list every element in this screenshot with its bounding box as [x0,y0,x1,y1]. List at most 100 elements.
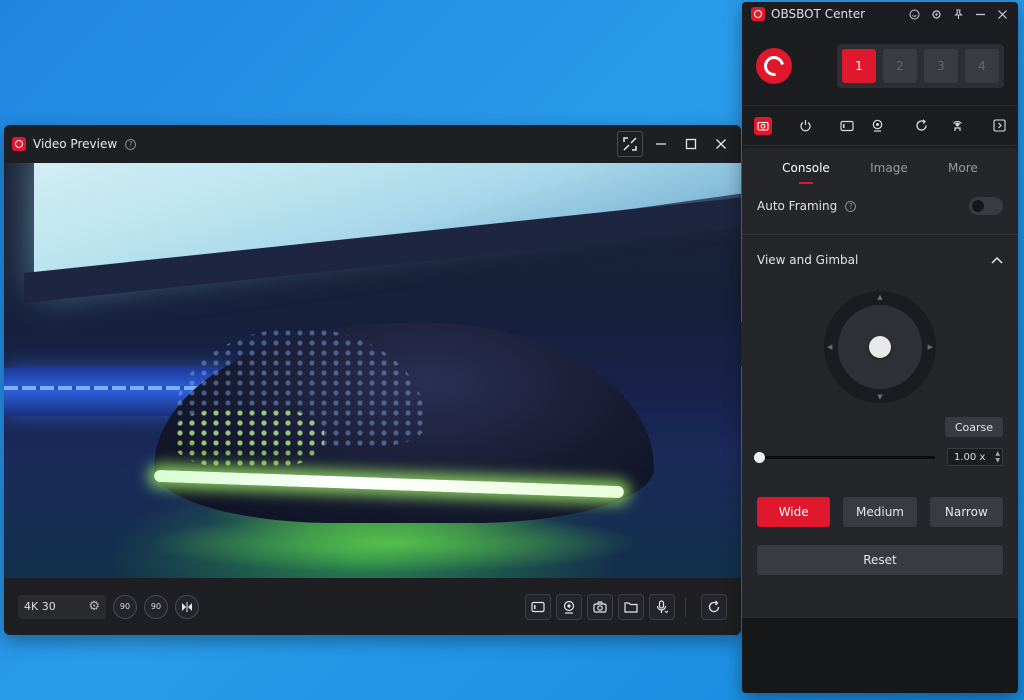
control-panel: Console Image More Auto Framing ? View a… [742,148,1018,618]
pin-icon [954,9,963,19]
panel-tabs: Console Image More [742,148,1018,188]
fov-buttons: Wide Medium Narrow [742,497,1018,527]
fov-medium-button[interactable]: Medium [843,497,917,527]
webcam-mode-button[interactable] [868,117,886,135]
microphone-button[interactable] [649,593,675,620]
device-slot-3[interactable]: 3 [924,48,958,83]
tab-image[interactable]: Image [870,155,908,181]
zoom-value-input[interactable]: 1.00 x ▲ ▼ [947,448,1003,466]
close-button[interactable] [996,8,1009,21]
joystick-knob[interactable] [869,336,891,358]
view-gimbal-header[interactable]: View and Gimbal [742,235,1018,285]
device-slot-4[interactable]: 4 [965,48,999,83]
minimize-button[interactable] [649,132,673,156]
snapshot-button[interactable] [587,593,613,620]
rotate-left-icon: 90 [119,602,131,611]
device-slot-2[interactable]: 2 [883,48,917,83]
video-preview-window: Video Preview ? 4K 30 ⚙ 90 90 [4,125,741,635]
fov-wide-button[interactable]: Wide [757,497,831,527]
video-controls-bar: 4K 30 ⚙ 90 90 [4,578,741,635]
fullscreen-button[interactable] [617,131,643,157]
feedback-button[interactable] [908,8,921,21]
rotate-right-icon: 90 [150,602,162,611]
toolbar-divider [685,596,686,617]
camera-icon [757,121,769,131]
record-mode-button[interactable] [838,117,856,135]
zoom-slider[interactable] [754,451,935,463]
webcam-button[interactable] [556,593,582,620]
maximize-button[interactable] [679,132,703,156]
chevron-up-icon[interactable] [991,254,1003,267]
obsbot-title: OBSBOT Center [771,7,866,21]
resolution-selector[interactable]: 4K 30 ⚙ [18,594,106,619]
gimbal-joystick[interactable]: ▲ ▼ ◀ ▶ [824,291,936,403]
coarse-row: Coarse [742,417,1018,437]
tab-more[interactable]: More [948,155,978,181]
zoom-value: 1.00 x [954,451,986,463]
power-button[interactable] [796,117,814,135]
panel-footer [742,618,1018,693]
arrow-down-icon[interactable]: ▼ [877,393,882,401]
obsbot-toolbar [742,106,1018,146]
refresh-icon [708,600,720,612]
device-slot-group: 1 2 3 4 [837,43,1004,88]
power-icon [799,120,811,132]
scene-mouse-mesh-lit [174,408,324,468]
webcam-icon [563,600,575,614]
refresh-button[interactable] [701,593,727,620]
gear-icon[interactable]: ⚙ [88,599,100,614]
panel-arrow-icon [992,119,1006,132]
settings-button[interactable] [930,8,943,21]
reset-button[interactable]: Reset [757,545,1003,575]
arrow-up-icon[interactable]: ▲ [877,293,882,301]
joystick-pad[interactable] [838,305,922,389]
arrow-right-icon[interactable]: ▶ [928,343,933,351]
reset-gimbal-button[interactable] [912,117,930,135]
camera-icon [593,600,607,613]
minimize-icon [656,143,666,145]
gimbal-joystick-wrap: ▲ ▼ ◀ ▶ [742,291,1018,403]
obsbot-logo-icon [751,7,765,21]
device-header: 1 2 3 4 [742,26,1018,106]
video-actions [520,593,727,620]
refresh-icon [915,119,927,131]
obsbot-center-window: OBSBOT Center 1 2 3 4 Console Image More… [742,2,1018,693]
record-icon [531,601,545,612]
record-button[interactable] [525,593,551,620]
open-panel-button[interactable] [990,117,1008,135]
auto-framing-toggle[interactable] [969,197,1003,215]
minimize-icon [976,13,985,15]
help-circle-icon[interactable]: ? [125,138,137,150]
close-button[interactable] [709,132,733,156]
close-icon [998,9,1007,19]
coarse-button[interactable]: Coarse [944,417,1003,437]
help-circle-icon[interactable]: ? [845,200,857,212]
zoom-row: 1.00 x ▲ ▼ [742,447,1018,467]
zoom-slider-thumb[interactable] [754,451,765,463]
minimize-button[interactable] [974,8,987,21]
fov-narrow-button[interactable]: Narrow [929,497,1003,527]
zoom-spinner-icon[interactable]: ▲ ▼ [995,450,1000,464]
pin-button[interactable] [952,8,965,21]
close-icon [716,139,726,149]
obsbot-logo-icon [12,137,26,151]
tab-console[interactable]: Console [782,155,830,184]
rotate-left-button[interactable]: 90 [113,594,137,619]
mirror-button[interactable] [175,594,199,619]
expand-icon [623,137,637,151]
tracking-person-icon [952,121,962,131]
device-slot-1[interactable]: 1 [842,48,876,83]
gear-icon [932,9,941,19]
tracking-button[interactable] [948,117,966,135]
auto-framing-row: Auto Framing ? [742,188,1018,224]
open-folder-button[interactable] [618,593,644,620]
window-controls [617,131,733,157]
camera-mode-button[interactable] [754,116,772,135]
webcam-icon [872,119,882,132]
record-icon [840,120,854,131]
arrow-left-icon[interactable]: ◀ [827,343,832,351]
rotate-right-button[interactable]: 90 [144,594,168,619]
obsbot-titlebar: OBSBOT Center [742,2,1018,26]
video-feed[interactable] [4,163,741,578]
resolution-value: 4K 30 [24,600,56,613]
